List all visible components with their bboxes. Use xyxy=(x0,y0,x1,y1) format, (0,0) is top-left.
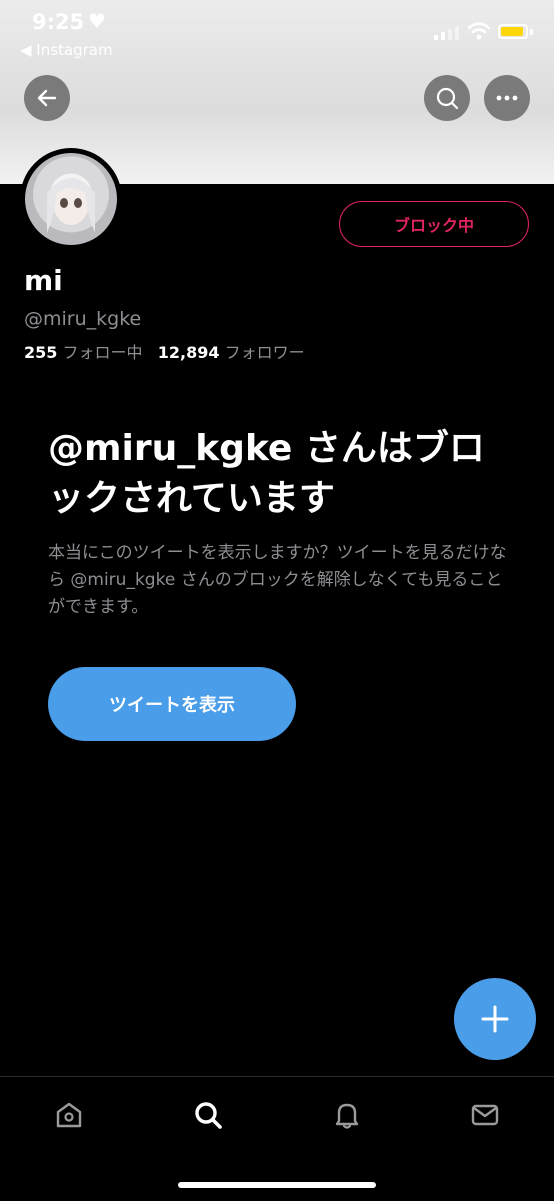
followers-label: フォロワー xyxy=(224,343,305,362)
home-icon xyxy=(56,1102,82,1128)
battery-tip xyxy=(530,29,533,35)
profile-stats: 255 フォロー中 12,894 フォロワー xyxy=(24,339,305,363)
blocked-description: 本当にこのツイートを表示しますか？ツイートを見るだけなら @miru_kgke … xyxy=(48,543,507,617)
back-to-app-link[interactable]: ◀ Instagram xyxy=(20,41,113,59)
followers-link[interactable]: 12,894 フォロワー xyxy=(158,343,305,362)
following-label: フォロー中 xyxy=(62,343,143,362)
tab-notifications[interactable] xyxy=(329,1097,365,1133)
heart-icon: ♥ xyxy=(88,9,106,33)
followers-count: 12,894 xyxy=(157,343,220,362)
profile-name: mi xyxy=(24,264,63,297)
tab-search[interactable] xyxy=(190,1097,226,1133)
plus-icon xyxy=(481,1005,509,1033)
search-icon xyxy=(436,87,459,110)
battery-icon xyxy=(498,24,528,39)
following-link[interactable]: 255 フォロー中 xyxy=(24,343,143,362)
search-icon xyxy=(195,1102,222,1129)
show-tweets-button[interactable]: ツイートを表示 xyxy=(48,667,296,741)
more-horizontal-icon xyxy=(496,95,518,101)
tab-home[interactable] xyxy=(51,1097,87,1133)
search-button[interactable] xyxy=(424,75,470,121)
notifications-bell-icon xyxy=(335,1103,359,1129)
avatar-image xyxy=(25,153,117,245)
more-button[interactable] xyxy=(484,75,530,121)
back-button[interactable] xyxy=(24,75,70,121)
tab-messages[interactable] xyxy=(467,1097,503,1133)
cellular-signal-icon xyxy=(434,24,460,40)
status-time: 9:25 xyxy=(32,10,85,34)
profile-handle: @miru_kgke xyxy=(24,308,142,330)
wifi-icon xyxy=(468,22,490,40)
blocked-headline: @miru_kgke さんはブロックされています xyxy=(48,428,485,519)
arrow-left-icon xyxy=(37,89,57,107)
blocking-button[interactable]: ブロック中 xyxy=(339,201,529,247)
messages-envelope-icon xyxy=(471,1104,499,1126)
avatar[interactable] xyxy=(20,148,122,250)
home-indicator[interactable] xyxy=(178,1182,376,1188)
compose-tweet-button[interactable] xyxy=(454,978,536,1060)
following-count: 255 xyxy=(24,343,58,362)
